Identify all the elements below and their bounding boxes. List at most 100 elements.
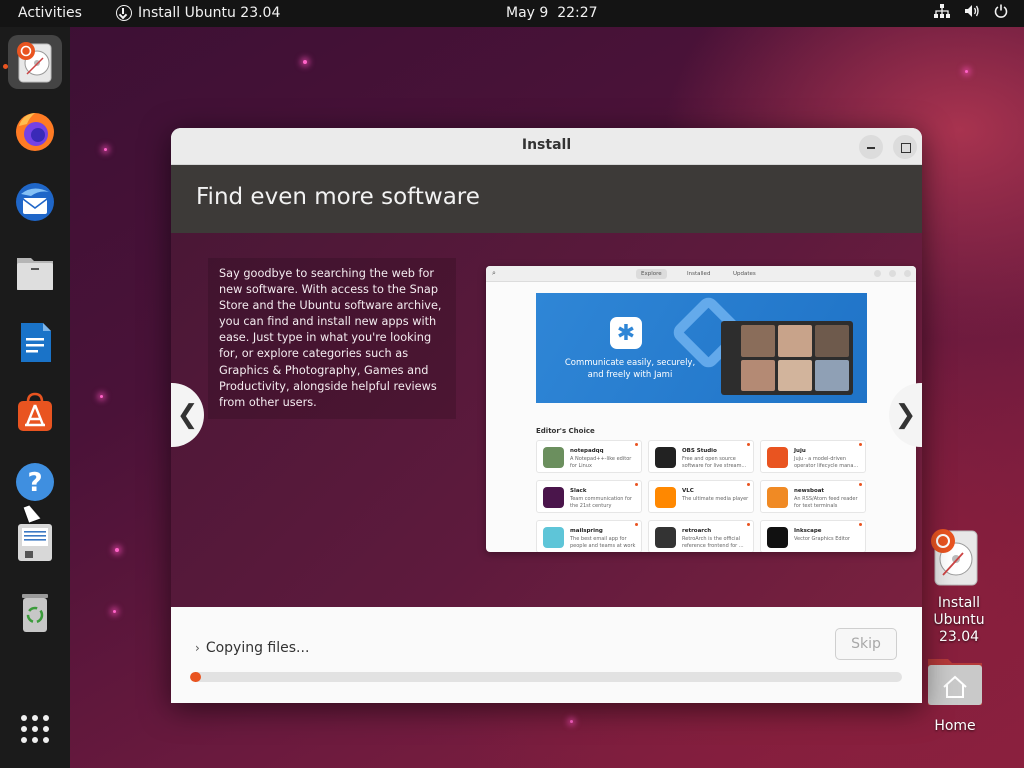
desktop-home-label: Home [934, 718, 976, 734]
slide-header: Find even more software [171, 165, 922, 233]
banner-text: Communicate easily, securely, and freely… [564, 358, 696, 380]
dock-text-editor[interactable] [8, 515, 62, 569]
badge-dot [635, 483, 638, 486]
wallpaper-sparkle [303, 60, 307, 64]
dock-libreoffice-writer[interactable] [8, 315, 62, 369]
app-card: OBS Studio Free and open source software … [648, 440, 754, 473]
text-editor-icon [18, 524, 52, 561]
dock-help[interactable]: ? [8, 455, 62, 509]
slideshow: Say goodbye to searching the web for new… [171, 233, 922, 607]
badge-dot [859, 523, 862, 526]
badge-dot [747, 523, 750, 526]
wallpaper-sparkle [104, 148, 107, 151]
software-store-screenshot: ⌕ Explore Installed Updates ✱ Communicat… [486, 266, 916, 552]
badge-dot [635, 523, 638, 526]
app-icon [767, 487, 788, 508]
badge-dot [747, 483, 750, 486]
desktop-home-icon[interactable] [926, 655, 984, 707]
writer-icon [21, 323, 51, 362]
app-card-name: retroarch [682, 528, 712, 534]
app-icon [655, 447, 676, 468]
app-icon [543, 487, 564, 508]
desktop-installer-label: Install Ubuntu 23.04 [933, 595, 985, 645]
app-card: VLC The ultimate media player [648, 480, 754, 513]
app-card-name: notepadqq [570, 448, 604, 454]
store-header: ⌕ Explore Installed Updates [486, 266, 916, 282]
store-tab-updates: Updates [733, 271, 756, 277]
thunderbird-icon [16, 183, 54, 221]
app-card: notepadqq A Notepad++-like editor for Lin… [536, 440, 642, 473]
chevron-right-icon: › [195, 641, 200, 655]
progress-fill [190, 672, 201, 682]
show-apps-icon [21, 715, 49, 743]
app-menu-label: Install Ubuntu 23.04 [138, 5, 281, 21]
download-icon [116, 5, 132, 21]
app-card: Juju Juju - a model-driven operator lifec… [760, 440, 866, 473]
firefox-icon [16, 113, 54, 151]
dock-show-apps[interactable] [8, 702, 62, 756]
app-card: retroarch RetroArch is the official refer… [648, 520, 754, 552]
wallpaper-sparkle [100, 395, 103, 398]
app-card-description: Juju - a model-driven operator lifecycle… [794, 456, 859, 469]
app-menu[interactable]: Install Ubuntu 23.04 [116, 5, 280, 21]
app-card: mailspring The best email app for people … [536, 520, 642, 552]
app-icon [543, 447, 564, 468]
activities-button[interactable]: Activities [18, 5, 82, 21]
installer-icon [17, 42, 52, 83]
svg-text:?: ? [27, 468, 42, 498]
dock-trash[interactable] [8, 585, 62, 639]
app-card-description: The best email app for people and teams … [570, 536, 636, 549]
window-titlebar[interactable]: Install [171, 128, 922, 165]
app-card-name: VLC [682, 488, 694, 494]
minimize-button[interactable] [859, 135, 883, 159]
video-call-thumbnail [721, 321, 853, 395]
install-progress-panel: › Copying files... Skip [171, 607, 922, 703]
wallpaper-sparkle [113, 610, 116, 613]
app-card-name: mailspring [570, 528, 603, 534]
system-tray[interactable] [934, 4, 1008, 18]
clock[interactable]: May 9 22:27 [506, 5, 598, 21]
badge-dot [747, 443, 750, 446]
badge-dot [859, 443, 862, 446]
status-text: Copying files... [205, 640, 310, 656]
maximize-button[interactable] [893, 135, 917, 159]
window-title: Install [521, 137, 572, 153]
jami-logo-icon: ✱ [610, 317, 642, 349]
app-card-name: OBS Studio [682, 448, 717, 454]
app-card-name: Juju [794, 448, 806, 454]
help-icon: ? [16, 463, 54, 501]
dock-ubuntu-installer[interactable] [8, 35, 62, 89]
app-card-name: newsboat [794, 488, 825, 494]
clock-time: 22:27 [557, 5, 598, 21]
store-tab-installed: Installed [687, 271, 711, 277]
app-card-description: Vector Graphics Editor [794, 536, 850, 542]
previous-slide-button[interactable]: ❮ [171, 383, 204, 447]
dock-firefox[interactable] [8, 105, 62, 159]
installer-window: Install Find even more software Say good… [171, 128, 922, 703]
badge-dot [635, 443, 638, 446]
app-card: newsboat An RSS/Atom feed reader for text… [760, 480, 866, 513]
skip-button[interactable]: Skip [835, 628, 897, 660]
app-card: Inkscape Vector Graphics Editor [760, 520, 866, 552]
badge-dot [859, 483, 862, 486]
store-close-icon [904, 270, 911, 277]
install-progress-bar [190, 672, 902, 682]
installer-icon [931, 529, 978, 586]
store-menu-icon [874, 270, 881, 277]
volume-icon [965, 5, 979, 17]
app-card-description: The ultimate media player [682, 496, 749, 502]
jami-banner: ✱ Communicate easily, securely, and free… [536, 293, 867, 403]
dock-files[interactable] [8, 245, 62, 299]
power-icon [994, 4, 1008, 18]
dock-app-center[interactable] [8, 385, 62, 439]
app-card-description: Team communication for the 21st century [570, 496, 632, 509]
slide-description: Say goodbye to searching the web for new… [208, 258, 456, 419]
desktop-installer-icon[interactable] [925, 527, 985, 589]
app-card-description: An RSS/Atom feed reader for text termina… [794, 496, 858, 509]
search-icon: ⌕ [492, 269, 496, 277]
top-bar: Activities Install Ubuntu 23.04 May 9 22… [0, 0, 1024, 27]
trash-icon [22, 594, 48, 632]
status-expander[interactable]: › Copying files... [195, 640, 309, 656]
editors-choice-heading: Editor's Choice [536, 427, 595, 435]
dock-thunderbird[interactable] [8, 175, 62, 229]
